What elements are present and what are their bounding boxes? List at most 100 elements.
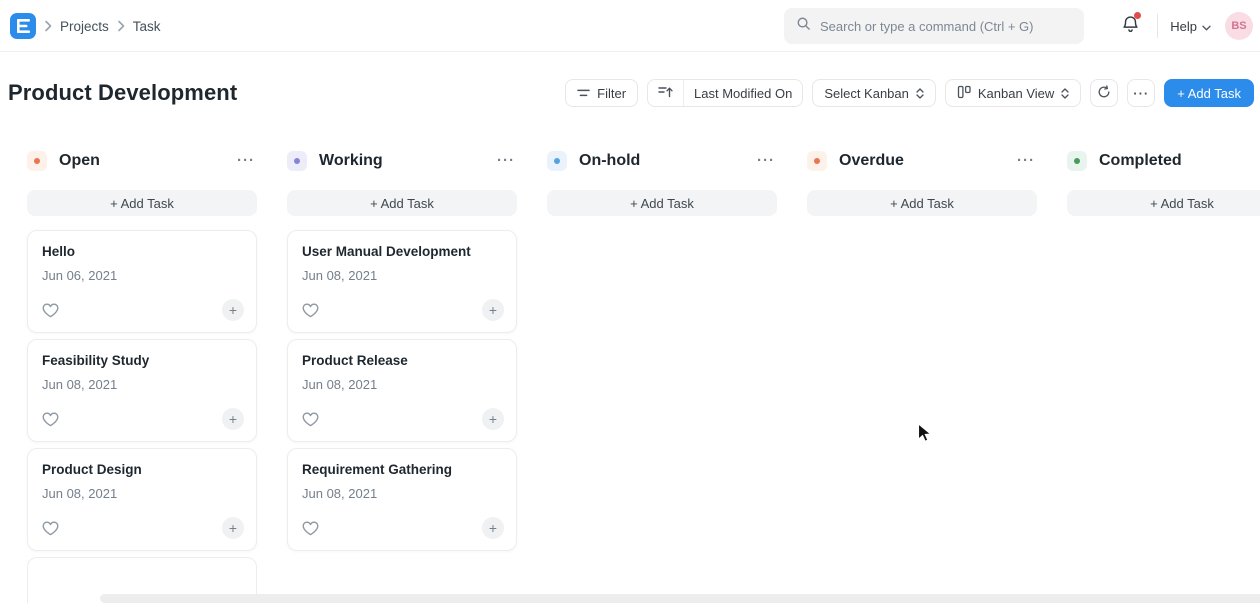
column-add-task-button[interactable]: + Add Task — [1067, 190, 1260, 216]
chevron-right-icon — [117, 20, 125, 32]
filter-icon — [577, 86, 590, 101]
heart-icon[interactable] — [302, 412, 319, 427]
filter-button[interactable]: Filter — [565, 79, 638, 107]
task-card-footer: + — [42, 408, 244, 430]
bell-icon — [1121, 21, 1140, 38]
task-card-date: Jun 08, 2021 — [42, 377, 242, 392]
kanban-column: Open ··· + Add Task Hello Jun 06, 2021 +… — [27, 150, 257, 603]
column-header: Working ··· — [287, 150, 517, 172]
status-dot-icon — [1074, 158, 1080, 164]
view-label: Kanban View — [978, 86, 1054, 101]
column-add-task-button[interactable]: + Add Task — [547, 190, 777, 216]
column-header: Overdue ··· — [807, 150, 1037, 172]
kanban-board: Open ··· + Add Task Hello Jun 06, 2021 +… — [27, 150, 1260, 603]
task-card-date: Jun 06, 2021 — [42, 268, 242, 283]
column-menu-button[interactable]: ··· — [755, 156, 777, 166]
add-task-button[interactable]: + Add Task — [1164, 79, 1254, 107]
task-card[interactable]: User Manual Development Jun 08, 2021 + — [287, 230, 517, 333]
column-add-task-button[interactable]: + Add Task — [807, 190, 1037, 216]
heart-icon[interactable] — [42, 303, 59, 318]
task-card-date: Jun 08, 2021 — [302, 486, 502, 501]
kanban-column: On-hold ··· + Add Task — [547, 150, 777, 603]
task-card-date: Jun 08, 2021 — [42, 486, 242, 501]
breadcrumb: Projects Task — [44, 0, 161, 52]
assign-plus-button[interactable]: + — [482, 517, 504, 539]
task-card[interactable]: Product Release Jun 08, 2021 + — [287, 339, 517, 442]
kanban-column: Working ··· + Add Task User Manual Devel… — [287, 150, 517, 603]
task-card-title: User Manual Development — [302, 244, 502, 259]
assign-plus-button[interactable]: + — [482, 408, 504, 430]
filter-label: Filter — [597, 86, 626, 101]
select-kanban-dropdown[interactable]: Select Kanban — [812, 79, 936, 107]
sort-ascending-icon — [658, 86, 673, 101]
avatar-initials: BS — [1231, 20, 1246, 32]
task-card-footer: + — [302, 408, 504, 430]
sort-direction-button[interactable] — [648, 80, 683, 106]
column-menu-button[interactable]: ··· — [495, 156, 517, 166]
column-status-badge — [27, 151, 47, 171]
task-card[interactable]: Product Design Jun 08, 2021 + — [27, 448, 257, 551]
status-dot-icon — [554, 158, 560, 164]
task-card[interactable]: Requirement Gathering Jun 08, 2021 + — [287, 448, 517, 551]
app-window: Projects Task Search or type a command (… — [0, 0, 1260, 603]
task-card-date: Jun 08, 2021 — [302, 377, 502, 392]
toolbar: Filter Last Modified On Select Kanban — [565, 79, 1254, 107]
task-card-title: Product Release — [302, 353, 502, 368]
menu-button[interactable]: ··· — [1127, 79, 1155, 107]
assign-plus-button[interactable]: + — [222, 408, 244, 430]
heart-icon[interactable] — [302, 521, 319, 536]
search-input[interactable]: Search or type a command (Ctrl + G) — [784, 8, 1084, 44]
view-switcher-dropdown[interactable]: Kanban View — [945, 79, 1081, 107]
assign-plus-button[interactable]: + — [222, 517, 244, 539]
column-title: Working — [319, 152, 495, 170]
notifications-button[interactable] — [1121, 14, 1140, 39]
heart-icon[interactable] — [42, 521, 59, 536]
column-title: On-hold — [579, 152, 755, 170]
column-title: Completed — [1099, 152, 1260, 170]
add-task-label: + Add Task — [1177, 86, 1241, 101]
navbar: Projects Task Search or type a command (… — [0, 0, 1260, 52]
erpnext-logo-icon — [16, 19, 30, 33]
heart-icon[interactable] — [42, 412, 59, 427]
kanban-column: Overdue ··· + Add Task — [807, 150, 1037, 603]
assign-plus-button[interactable]: + — [482, 299, 504, 321]
app-logo[interactable] — [10, 13, 36, 39]
column-menu-button[interactable]: ··· — [235, 156, 257, 166]
help-label: Help — [1170, 19, 1197, 34]
heart-icon[interactable] — [302, 303, 319, 318]
kanban-column: Completed ··· + Add Task — [1067, 150, 1260, 603]
task-card-footer: + — [302, 299, 504, 321]
column-title: Open — [59, 152, 235, 170]
assign-plus-button[interactable]: + — [222, 299, 244, 321]
task-card-title: Product Design — [42, 462, 242, 477]
column-menu-button[interactable]: ··· — [1015, 156, 1037, 166]
horizontal-scrollbar[interactable] — [100, 594, 1260, 603]
ellipsis-icon: ··· — [1133, 86, 1149, 101]
column-header: On-hold ··· — [547, 150, 777, 172]
task-card-footer: + — [42, 517, 244, 539]
user-avatar[interactable]: BS — [1225, 12, 1253, 40]
kanban-view-icon — [957, 85, 971, 102]
select-kanban-label: Select Kanban — [824, 86, 909, 101]
sort-field-button[interactable]: Last Modified On — [683, 80, 802, 106]
column-status-badge — [287, 151, 307, 171]
column-status-badge — [1067, 151, 1087, 171]
chevron-down-icon — [1202, 19, 1211, 34]
chevron-up-down-icon — [916, 88, 924, 99]
chevron-right-icon — [44, 20, 52, 32]
column-add-task-button[interactable]: + Add Task — [287, 190, 517, 216]
status-dot-icon — [34, 158, 40, 164]
search-placeholder: Search or type a command (Ctrl + G) — [820, 19, 1034, 34]
task-card[interactable]: Feasibility Study Jun 08, 2021 + — [27, 339, 257, 442]
breadcrumb-projects[interactable]: Projects — [60, 19, 109, 34]
breadcrumb-task[interactable]: Task — [133, 19, 161, 34]
column-add-task-button[interactable]: + Add Task — [27, 190, 257, 216]
search-icon — [796, 16, 811, 36]
page-title: Product Development — [8, 80, 237, 106]
help-menu[interactable]: Help — [1170, 19, 1211, 34]
sort-button-group: Last Modified On — [647, 79, 803, 107]
column-cards: User Manual Development Jun 08, 2021 + P… — [287, 230, 517, 551]
task-card[interactable]: Hello Jun 06, 2021 + — [27, 230, 257, 333]
refresh-button[interactable] — [1090, 79, 1118, 107]
refresh-icon — [1097, 85, 1111, 102]
